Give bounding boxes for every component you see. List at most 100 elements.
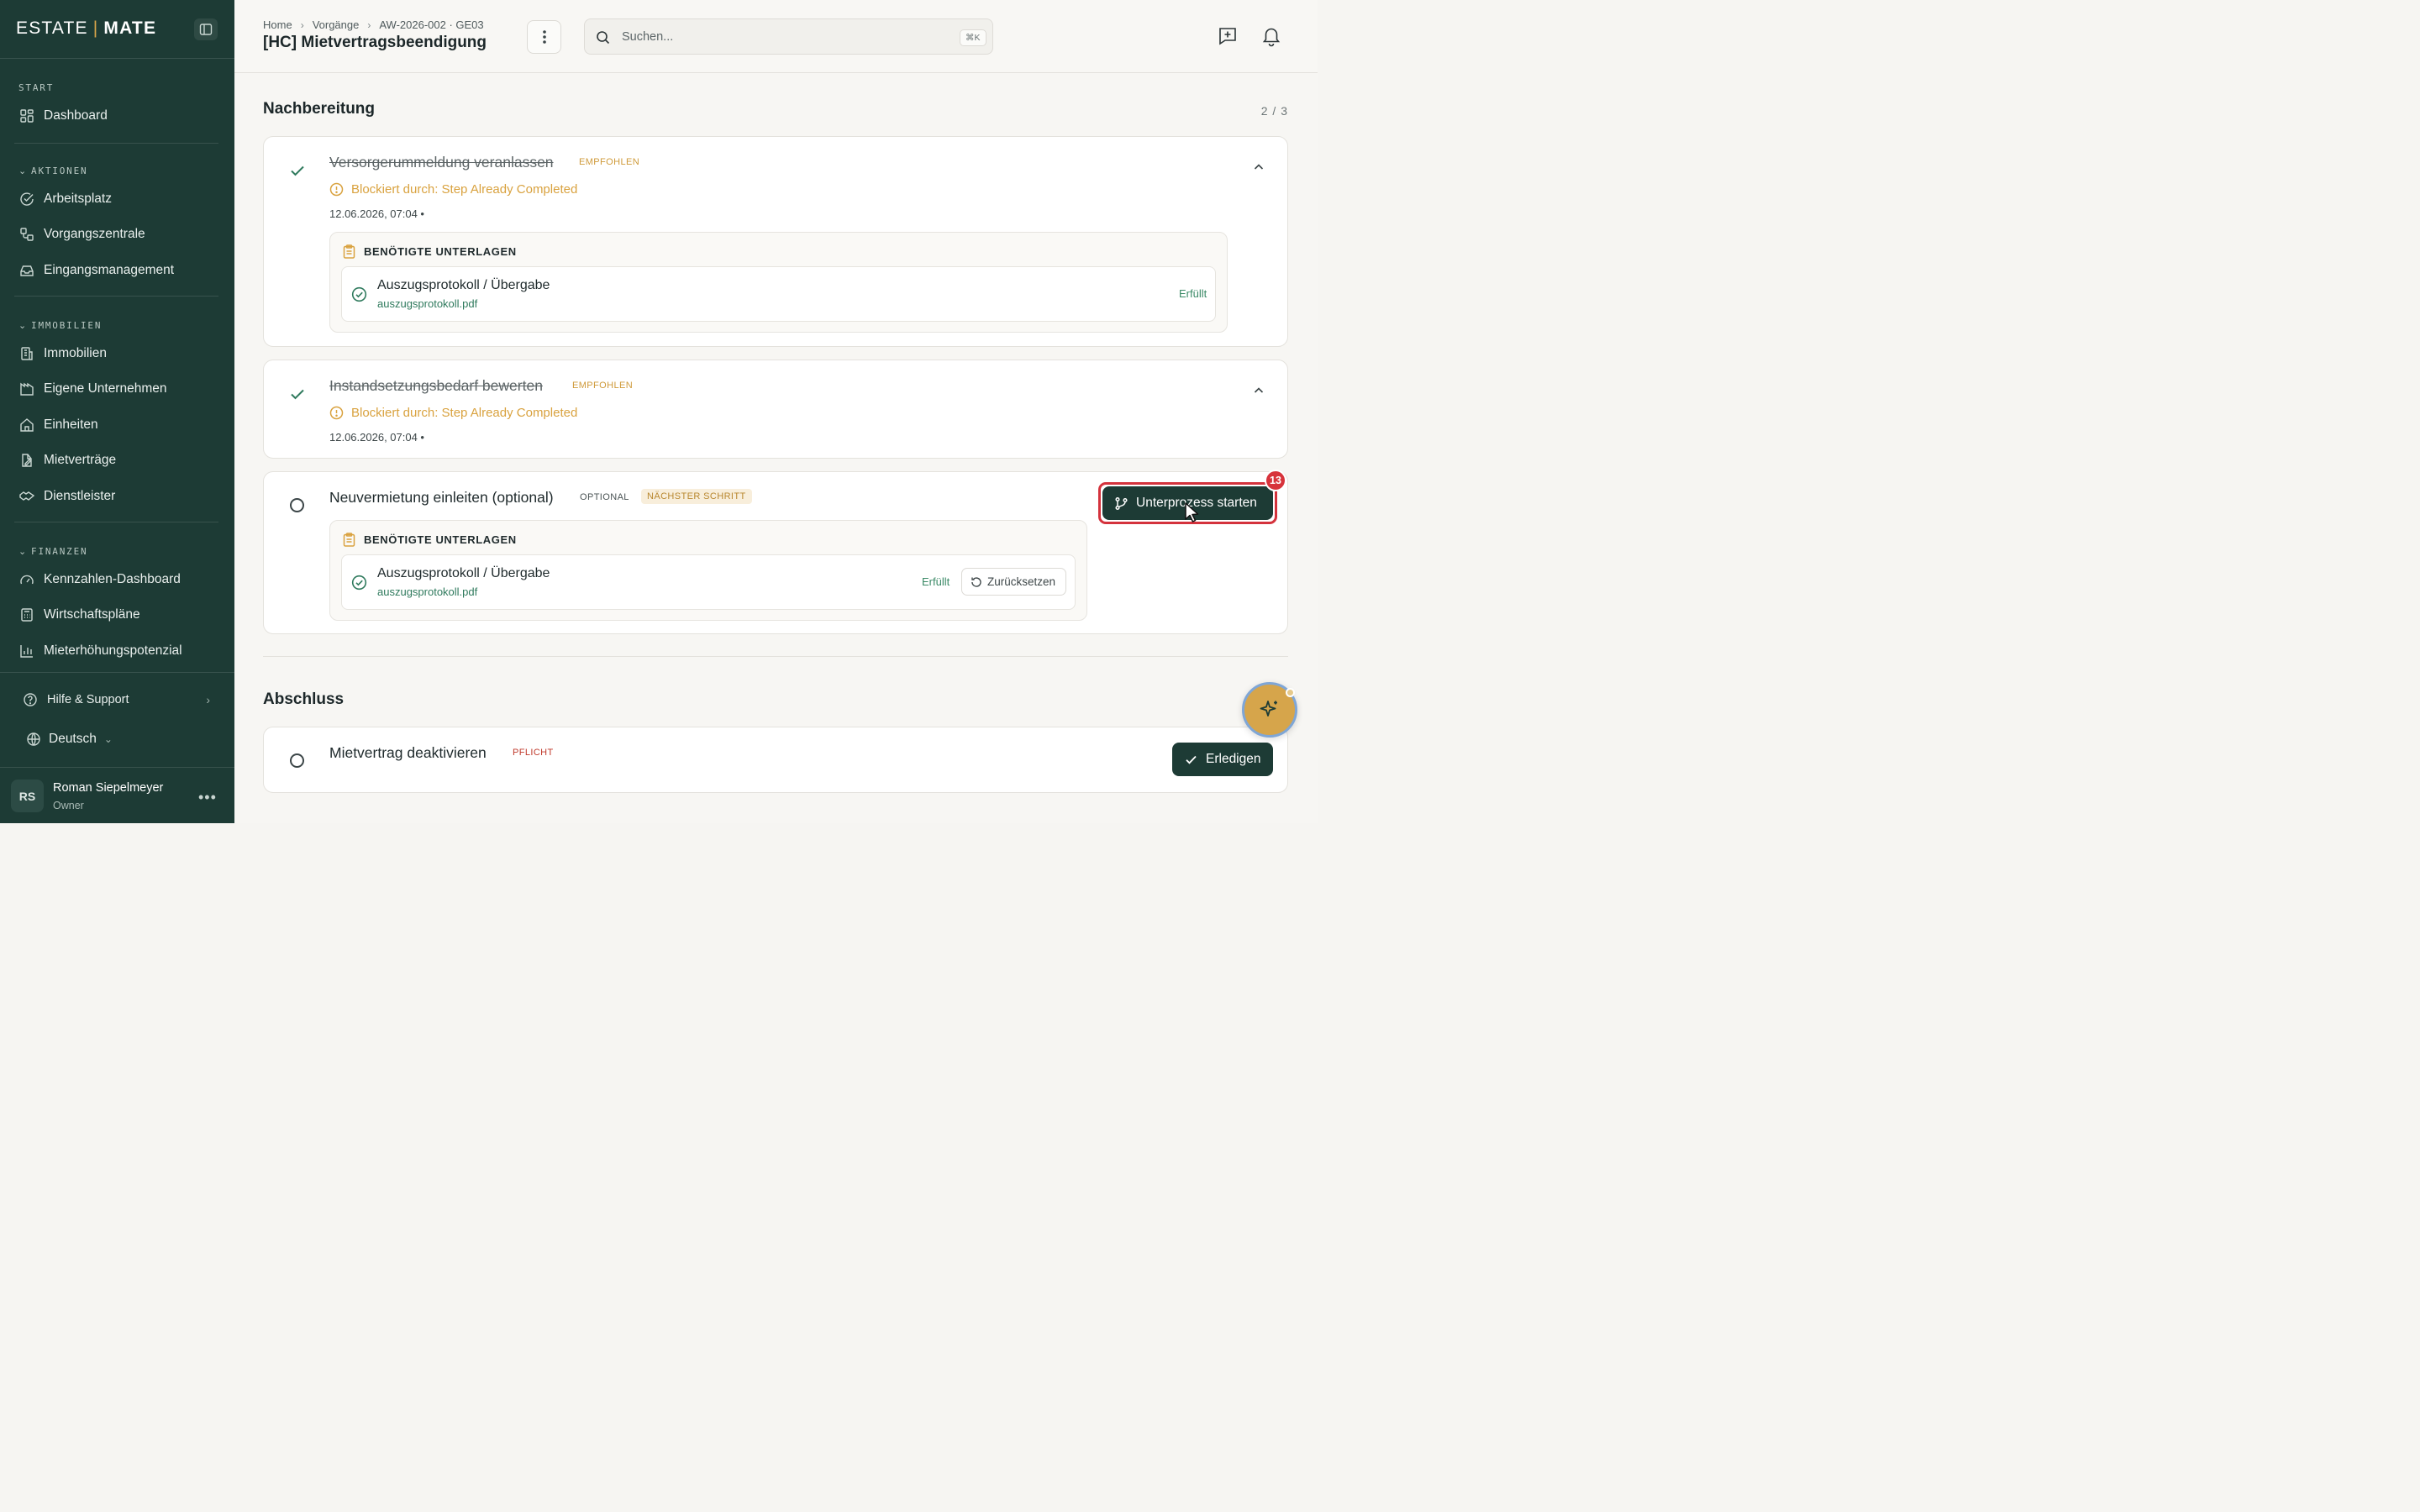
sidebar-item-label: Dienstleister [44,489,116,503]
language-selector[interactable]: Deutsch ⌄ [21,724,130,754]
section-divider [263,656,1288,657]
search-icon [597,31,610,45]
sidebar-item-kennzahlen-dashboard[interactable]: Kennzahlen-Dashboard [14,564,218,595]
check-icon [291,389,304,400]
document-status: Erfüllt [922,575,950,588]
bar-chart-icon [20,645,33,658]
blocked-text: Blockiert durch: Step Already Completed [351,406,578,420]
feedback-button[interactable] [1217,25,1239,47]
user-role: Owner [53,800,84,811]
section-label-start: START [18,82,55,93]
required-documents-header: BENÖTIGTE UNTERLAGEN [343,533,517,547]
sidebar-item-label: Vorgangszentrale [44,227,145,241]
breadcrumb-current: AW-2026-002 · GE03 [379,18,484,31]
sidebar-item-immobilien[interactable]: Immobilien [14,339,218,369]
sidebar-item-label: Kennzahlen-Dashboard [44,572,181,586]
workflow-icon [20,228,34,241]
step-title: Mietvertrag deaktivieren [329,744,487,761]
step-card-mietvertrag-deaktivieren: Mietvertrag deaktivieren PFLICHT Erledig… [263,727,1288,793]
sidebar: ESTATE | MATE START Dashboard ⌄ AKTIONEN Ar… [0,0,234,823]
step-card-versorgerummeldung: Versorgerummeldung veranlassen EMPFOHLEN… [263,136,1288,347]
sidebar-item-einheiten[interactable]: Einheiten [14,410,218,440]
search-input[interactable] [622,29,941,45]
globe-icon [27,732,40,746]
document-status: Erfüllt [1179,287,1207,300]
sidebar-item-vorgangszentrale[interactable]: Vorgangszentrale [14,219,218,249]
sidebar-toggle-button[interactable] [194,18,218,40]
calculator-icon [21,608,33,622]
document-row[interactable]: Auszugsprotokoll / Übergabe auszugsproto… [341,554,1076,610]
search-shortcut: ⌘K [960,29,986,46]
notifications-button[interactable] [1260,25,1282,47]
sidebar-item-dashboard[interactable]: Dashboard [14,101,218,131]
alert-circle-icon [329,182,344,197]
status-badge-empfohlen: EMPFOHLEN [572,381,634,391]
more-vertical-icon [542,30,546,44]
complete-button[interactable]: Erledigen [1172,743,1273,776]
section-label-finanzen[interactable]: ⌄ FINANZEN [18,546,87,557]
check-circle-icon [20,192,34,206]
step-title: Neuvermietung einleiten (optional) [329,489,554,506]
home-icon [20,418,34,432]
document-name: Auszugsprotokoll / Übergabe [377,278,550,292]
chevron-up-icon[interactable] [1252,384,1265,397]
sparkles-icon [1260,701,1277,717]
sidebar-item-wirtschaftsplaene[interactable]: Wirtschaftspläne [14,600,218,630]
reset-label: Zurücksetzen [987,575,1056,588]
sidebar-item-arbeitsplatz[interactable]: Arbeitsplatz [14,184,218,214]
rotate-ccw-icon [971,576,981,587]
inbox-icon [20,265,34,276]
sidebar-item-help[interactable]: Hilfe & Support › [18,685,218,715]
breadcrumb-home[interactable]: Home [263,18,292,31]
clipboard-icon [343,244,355,259]
sidebar-item-dienstleister[interactable]: Dienstleister [14,481,218,512]
sidebar-item-mietvertraege[interactable]: Mietverträge [14,445,218,475]
more-actions-button[interactable] [527,20,561,54]
more-horizontal-icon[interactable]: ••• [198,789,217,806]
sidebar-item-label: Eigene Unternehmen [44,381,167,396]
top-header: Home › Vorgänge › AW-2026-002 · GE03 [HC… [234,0,1318,73]
step-timestamp: 12.06.2026, 07:04 • [329,431,424,444]
help-circle-icon [24,693,37,706]
status-badge-pflicht: PFLICHT [513,748,554,758]
section-label-immobilien[interactable]: ⌄ IMMOBILIEN [18,320,102,331]
required-documents-label: BENÖTIGTE UNTERLAGEN [364,245,517,258]
section-label-text: AKTIONEN [31,165,88,176]
document-file-link[interactable]: auszugsprotokoll.pdf [377,585,477,598]
sidebar-item-mieterhoehungspotenzial[interactable]: Mieterhöhungspotenzial [14,636,218,666]
required-documents-box: BENÖTIGTE UNTERLAGEN Auszugsprotokoll / … [329,232,1228,333]
page-title: [HC] Mietvertragsbeendigung [263,34,487,51]
chevron-down-icon: ⌄ [103,733,113,745]
sidebar-item-label: Eingangsmanagement [44,263,175,277]
step-card-neuvermietung: Neuvermietung einleiten (optional) OPTIO… [263,470,1288,634]
breadcrumb-vorgaenge[interactable]: Vorgänge [313,18,360,31]
sidebar-item-label: Wirtschaftspläne [44,607,140,622]
reset-button[interactable]: Zurücksetzen [961,568,1067,596]
step-status-circle[interactable] [290,753,304,768]
sidebar-item-eingangsmanagement[interactable]: Eingangsmanagement [14,255,218,286]
step-status-circle[interactable] [290,498,304,512]
message-plus-icon [1219,28,1236,45]
user-profile[interactable]: RS Roman Siepelmeyer Owner ••• [0,767,234,823]
gauge-icon [20,575,34,585]
document-row[interactable]: Auszugsprotokoll / Übergabe auszugsproto… [341,266,1216,322]
chevron-up-icon[interactable] [1252,160,1265,174]
logo-text-estate: ESTATE [16,18,88,38]
ai-assistant-button[interactable] [1242,682,1297,738]
breadcrumb: Home › Vorgänge › AW-2026-002 · GE03 [263,18,484,31]
chevron-right-icon: › [367,18,371,31]
sidebar-item-eigene-unternehmen[interactable]: Eigene Unternehmen [14,374,218,404]
required-documents-header: BENÖTIGTE UNTERLAGEN [343,244,517,259]
git-branch-icon [1115,496,1128,510]
handshake-icon [19,491,34,501]
alert-circle-icon [329,406,344,420]
check-circle-icon [351,575,367,591]
app-logo[interactable]: ESTATE | MATE [16,18,156,39]
chevron-down-icon: ⌄ [18,165,29,176]
dashboard-grid-icon [20,109,34,123]
search-bar[interactable]: ⌘K [584,18,993,55]
document-file-link[interactable]: auszugsprotokoll.pdf [377,297,477,310]
section-label-aktionen[interactable]: ⌄ AKTIONEN [18,165,87,176]
chevron-down-icon: ⌄ [18,320,29,331]
step-timestamp: 12.06.2026, 07:04 • [329,207,424,220]
